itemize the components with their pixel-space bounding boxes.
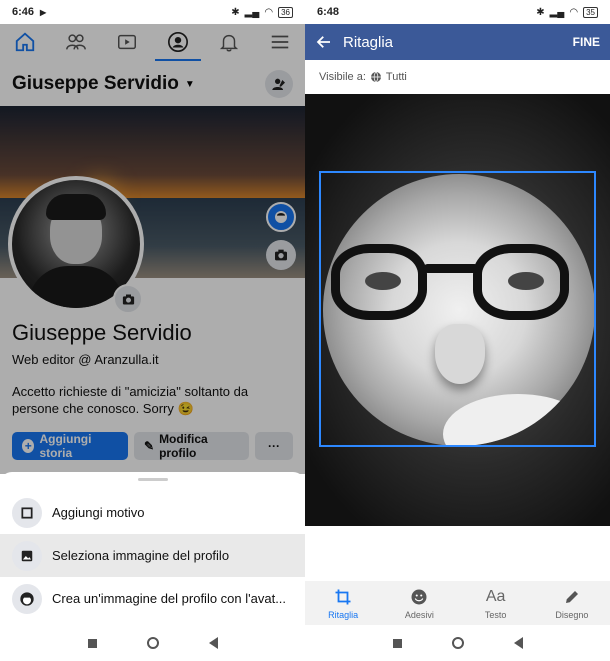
- visibility-label: Visibile a:: [319, 71, 366, 83]
- signal-icon: ▂▄: [244, 6, 260, 18]
- recents-button[interactable]: [392, 638, 402, 648]
- crop-app-bar: Ritaglia FINE: [305, 24, 610, 60]
- status-bar: 6:48 ✱ ▂▄ ◠ 35: [305, 0, 610, 24]
- sheet-item-select-profile-picture[interactable]: Seleziona immagine del profilo: [0, 534, 305, 577]
- sticker-icon: [410, 586, 428, 608]
- home-button[interactable]: [146, 637, 159, 649]
- status-time: 6:48: [317, 6, 340, 18]
- wifi-icon: ◠: [569, 6, 579, 18]
- android-nav-bar: [0, 625, 305, 661]
- battery-icon: 35: [583, 6, 598, 18]
- bluetooth-icon: ✱: [536, 6, 545, 18]
- photo-icon: [12, 540, 42, 571]
- signal-icon: ▂▄: [549, 6, 565, 18]
- battery-icon: 36: [278, 6, 293, 18]
- globe-icon: [370, 71, 381, 83]
- right-phone-screen: 6:48 ✱ ▂▄ ◠ 35 Ritaglia FINE Visibile a:…: [305, 0, 610, 661]
- play-icon: ▶: [40, 7, 47, 17]
- sheet-item-label: Aggiungi motivo: [52, 505, 145, 520]
- status-time: 6:46: [12, 6, 35, 18]
- crop-editor[interactable]: [305, 94, 610, 526]
- frame-icon: [12, 497, 42, 528]
- bluetooth-icon: ✱: [231, 6, 240, 18]
- tool-label: Adesivi: [404, 610, 434, 620]
- back-button[interactable]: [513, 637, 523, 649]
- dim-overlay[interactable]: [0, 24, 305, 474]
- home-button[interactable]: [451, 637, 464, 649]
- status-indicators: ✱ ▂▄ ◠ 35: [536, 6, 598, 18]
- tool-crop[interactable]: Ritaglia: [313, 586, 373, 620]
- back-arrow-icon[interactable]: [315, 33, 333, 51]
- sheet-item-create-avatar-picture[interactable]: Crea un'immagine del profilo con l'avat.…: [0, 577, 305, 620]
- crop-icon: [334, 586, 352, 608]
- pencil-icon: [563, 586, 581, 608]
- status-indicators: ✱ ▂▄ ◠ 36: [231, 6, 293, 18]
- tool-label: Testo: [484, 610, 507, 620]
- visibility-selector[interactable]: Visibile a: Tutti: [319, 62, 407, 92]
- sheet-item-label: Seleziona immagine del profilo: [52, 548, 230, 563]
- sheet-item-label: Crea un'immagine del profilo con l'avat.…: [52, 591, 287, 606]
- visibility-value: Tutti: [385, 71, 407, 83]
- tool-text[interactable]: Aa Testo: [466, 586, 526, 620]
- wifi-icon: ◠: [264, 6, 274, 18]
- page-title: Ritaglia: [343, 33, 394, 51]
- recents-button[interactable]: [87, 638, 97, 648]
- avatar-icon: [12, 583, 42, 614]
- tool-stickers[interactable]: Adesivi: [389, 586, 449, 620]
- tool-label: Ritaglia: [328, 610, 359, 620]
- sheet-item-add-frame[interactable]: Aggiungi motivo: [0, 491, 305, 534]
- android-nav-bar: [305, 625, 610, 661]
- back-button[interactable]: [208, 637, 218, 649]
- left-phone-screen: 6:46 ▶ ✱ ▂▄ ◠ 36 Giuseppe Servidio ▼ Giu…: [0, 0, 305, 661]
- tool-draw[interactable]: Disegno: [542, 586, 602, 620]
- status-bar: 6:46 ▶ ✱ ▂▄ ◠ 36: [0, 0, 305, 24]
- tool-label: Disegno: [555, 610, 589, 620]
- crop-frame[interactable]: [319, 171, 596, 447]
- editor-toolbar: Ritaglia Adesivi Aa Testo Disegno: [305, 581, 610, 625]
- done-button[interactable]: FINE: [573, 35, 600, 49]
- bottom-sheet: Aggiungi motivo Seleziona immagine del p…: [0, 472, 305, 625]
- text-icon: Aa: [485, 588, 506, 605]
